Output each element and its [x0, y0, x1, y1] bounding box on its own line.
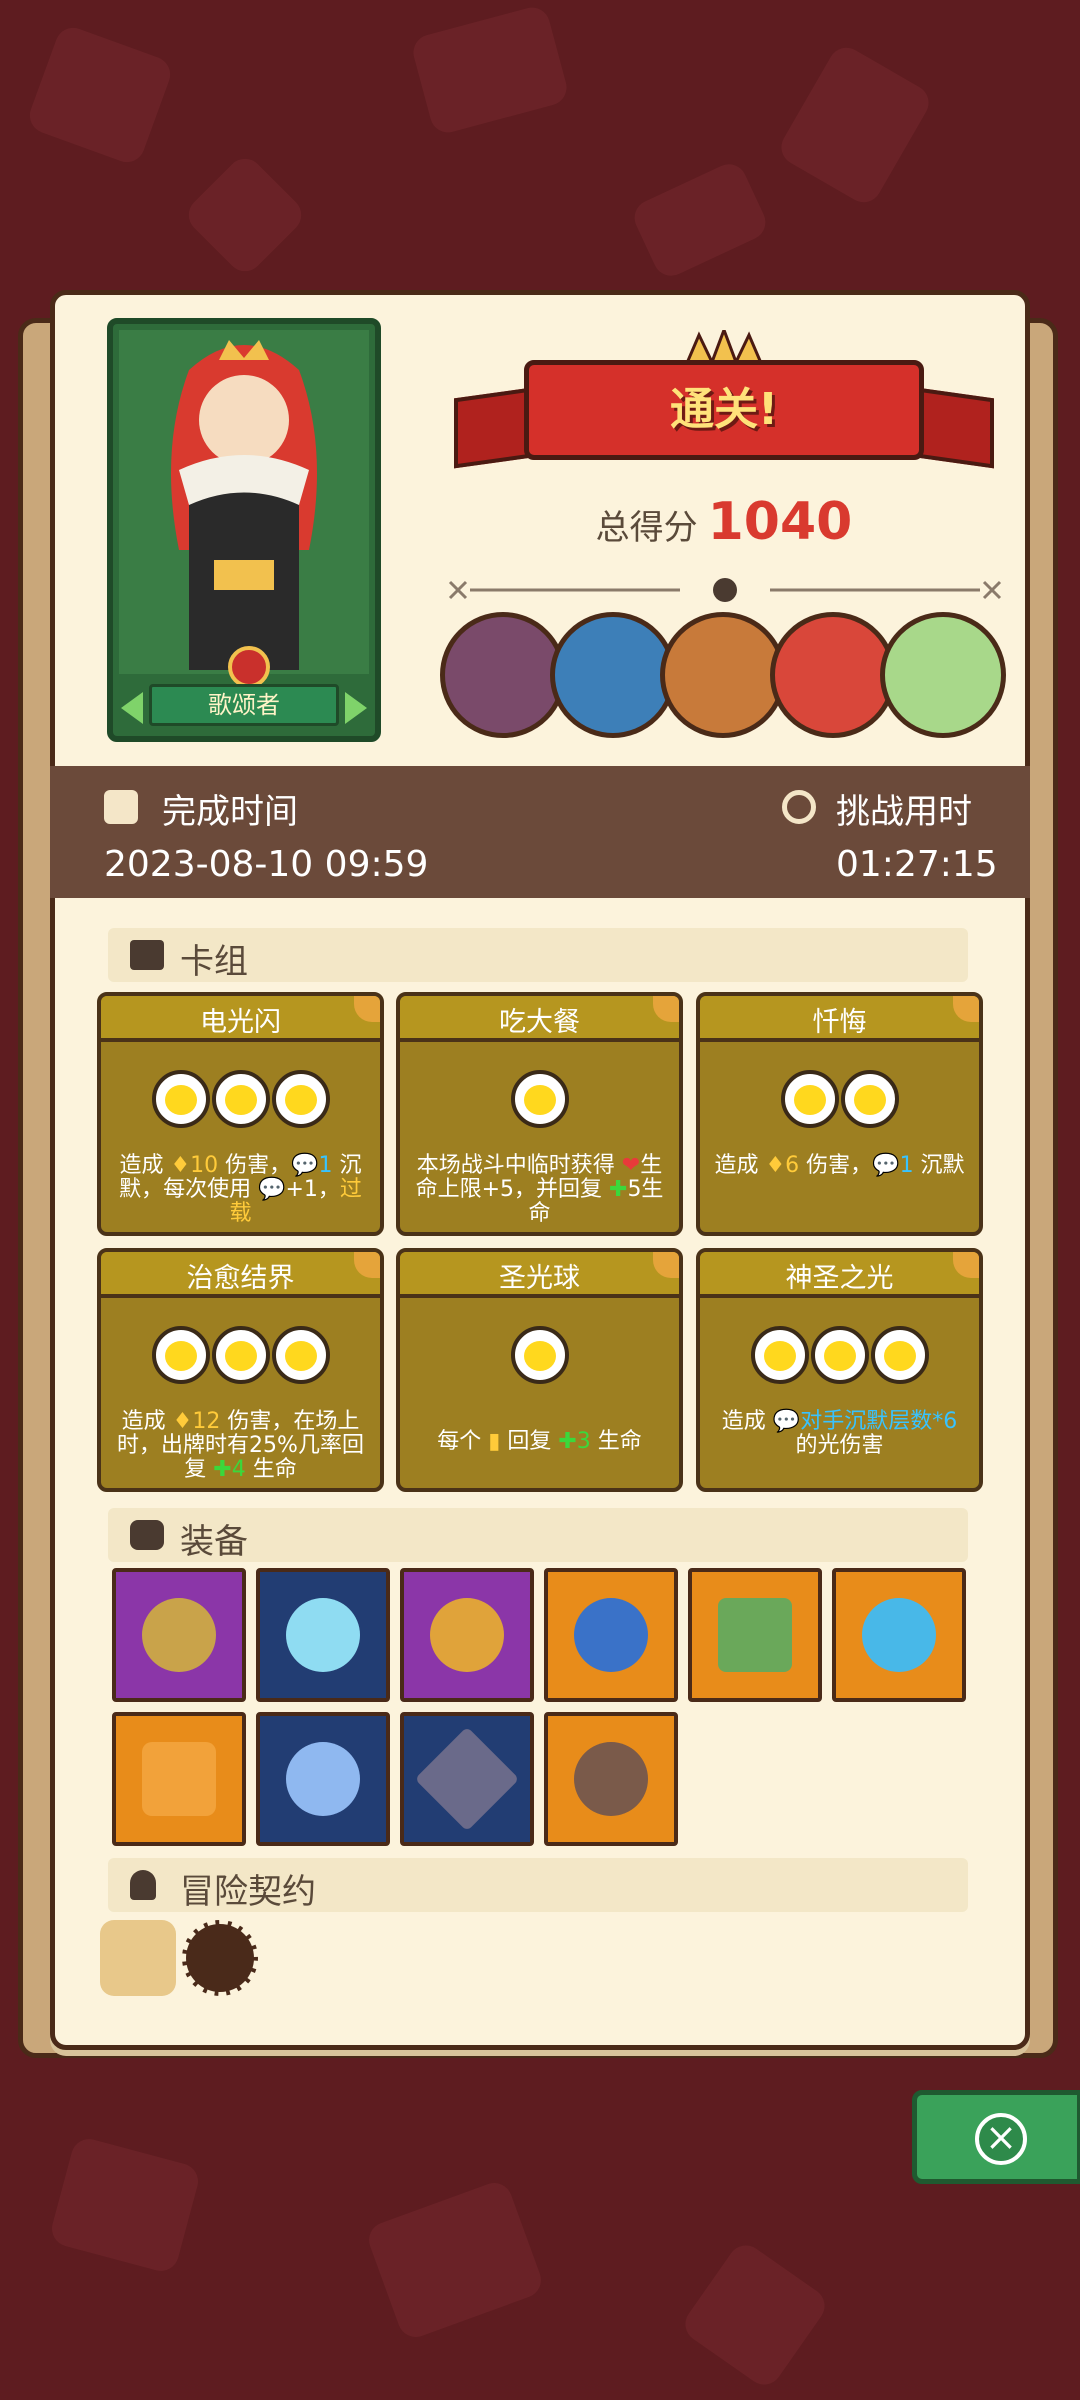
- card-description: 每个 ▮ 回复 ✚3 生命: [437, 1429, 642, 1454]
- star-crystal-ball-icon[interactable]: [256, 1712, 390, 1846]
- coin-icon: [870, 1326, 929, 1384]
- time-strip: 完成时间 2023-08-10 09:59 挑战用时 01:27:15: [50, 766, 1030, 898]
- boss-portrait-1[interactable]: [440, 612, 566, 738]
- complete-time-label: 完成时间: [162, 792, 298, 832]
- coin-icon: [750, 1326, 809, 1384]
- hero-name: 歌颂者: [149, 684, 339, 726]
- card-description: 本场战斗中临时获得 ❤生命上限+5，并回复 ✚5生命: [415, 1153, 664, 1226]
- shield-crest-icon[interactable]: [832, 1568, 966, 1702]
- gem-amulet-icon[interactable]: [112, 1568, 246, 1702]
- card-name: 神圣之光: [785, 1263, 894, 1294]
- card-shenshengzhiguang[interactable]: 神圣之光 造成 💬对手沉默层数*6 的光伤害: [696, 1248, 983, 1492]
- victory-banner: 通关!: [454, 330, 994, 490]
- boss-portrait-2[interactable]: [550, 612, 676, 738]
- contract-header: 冒险契约: [108, 1858, 968, 1912]
- coin-icon: [211, 1070, 270, 1128]
- card-dianguangshan[interactable]: 电光闪 造成 ♦10 伤害，💬1 沉默，每次使用 💬+1，过载: [97, 992, 384, 1236]
- equipment-title: 装备: [180, 1522, 248, 1562]
- card-description: 造成 ♦6 伤害，💬1 沉默: [714, 1153, 965, 1178]
- card-cost: [101, 1070, 380, 1132]
- card-name: 电光闪: [200, 1007, 281, 1038]
- equipment-header: 装备: [108, 1508, 968, 1562]
- card-cost: [700, 1326, 979, 1388]
- horn-icon[interactable]: [182, 1920, 258, 1996]
- coin-icon: [151, 1326, 210, 1384]
- boss-divider: [448, 578, 1002, 602]
- challenge-time-value: 01:27:15: [836, 844, 998, 885]
- coin-icon: [151, 1070, 210, 1128]
- cube-icon: [130, 1520, 164, 1550]
- card-name: 圣光球: [499, 1263, 580, 1294]
- contract-title: 冒险契约: [180, 1872, 316, 1912]
- deck-header: 卡组: [108, 928, 968, 982]
- card-header: 忏悔: [700, 996, 979, 1042]
- complete-time-value: 2023-08-10 09:59: [104, 844, 429, 885]
- deck-title: 卡组: [180, 942, 248, 982]
- total-score: 总得分 1040: [454, 492, 994, 552]
- card-header: 吃大餐: [400, 996, 679, 1042]
- card-description: 造成 ♦10 伤害，💬1 沉默，每次使用 💬+1，过载: [119, 1153, 362, 1226]
- card-header: 神圣之光: [700, 1252, 979, 1298]
- boss-portrait-4[interactable]: [770, 612, 896, 738]
- coin-icon: [840, 1070, 899, 1128]
- defeated-bosses: [440, 612, 1010, 742]
- card-name: 吃大餐: [499, 1007, 580, 1038]
- card-cost: [101, 1326, 380, 1388]
- card-zhiyujiejie[interactable]: 治愈结界 造成 ♦12 伤害，在场上时，出牌时有25%几率回复 ✚4 生命: [97, 1248, 384, 1492]
- card-header: 电光闪: [101, 996, 380, 1042]
- scroll-icon[interactable]: [100, 1920, 176, 1996]
- challenge-time-label: 挑战用时: [836, 792, 972, 832]
- stone-disc-icon[interactable]: [544, 1712, 678, 1846]
- card-header: 圣光球: [400, 1252, 679, 1298]
- card-header: 治愈结界: [101, 1252, 380, 1298]
- coin-icon: [271, 1070, 330, 1128]
- woven-tunic-icon[interactable]: [112, 1712, 246, 1846]
- card-description: 造成 ♦12 伤害，在场上时，出牌时有25%几率回复 ✚4 生命: [117, 1409, 364, 1482]
- hero-class-badge: [228, 646, 270, 688]
- card-chanhui[interactable]: 忏悔 造成 ♦6 伤害，💬1 沉默: [696, 992, 983, 1236]
- card-chidacan[interactable]: 吃大餐 本场战斗中临时获得 ❤生命上限+5，并回复 ✚5生命: [396, 992, 683, 1236]
- calendar-icon: [104, 790, 138, 824]
- score-label: 总得分: [595, 508, 698, 548]
- moss-tablet-icon[interactable]: [688, 1568, 822, 1702]
- card-cost: [400, 1326, 679, 1388]
- close-icon: ×: [975, 2113, 1027, 2165]
- boss-portrait-5[interactable]: [880, 612, 1006, 738]
- coin-icon: [510, 1070, 569, 1128]
- card-cost: [400, 1070, 679, 1132]
- card-name: 忏悔: [812, 1007, 867, 1038]
- card-shengguangqiu[interactable]: 圣光球 每个 ▮ 回复 ✚3 生命: [396, 1248, 683, 1492]
- next-hero-arrow-icon[interactable]: [345, 692, 367, 724]
- cards-icon: [130, 940, 164, 970]
- person-icon: [130, 1870, 156, 1900]
- victory-text: 通关!: [669, 384, 779, 435]
- close-button[interactable]: ×: [912, 2090, 1080, 2184]
- spiked-orb-icon[interactable]: [544, 1568, 678, 1702]
- coin-icon: [780, 1070, 839, 1128]
- boss-portrait-3[interactable]: [660, 612, 786, 738]
- ruby-ring-icon[interactable]: [400, 1568, 534, 1702]
- coin-icon: [810, 1326, 869, 1384]
- coin-icon: [211, 1326, 270, 1384]
- coin-icon: [510, 1326, 569, 1384]
- card-description: 造成 💬对手沉默层数*6 的光伤害: [721, 1409, 958, 1458]
- card-name: 治愈结界: [186, 1263, 295, 1294]
- stopwatch-icon: [782, 790, 816, 824]
- card-cost: [700, 1070, 979, 1132]
- prev-hero-arrow-icon[interactable]: [121, 692, 143, 724]
- dark-gem-icon[interactable]: [400, 1712, 534, 1846]
- score-value: 1040: [707, 492, 853, 552]
- hero-portrait: [119, 330, 369, 674]
- coin-icon: [271, 1326, 330, 1384]
- ribbon-center: 通关!: [524, 360, 924, 460]
- hero-card[interactable]: 歌颂者: [107, 318, 381, 742]
- crystal-drop-icon[interactable]: [256, 1568, 390, 1702]
